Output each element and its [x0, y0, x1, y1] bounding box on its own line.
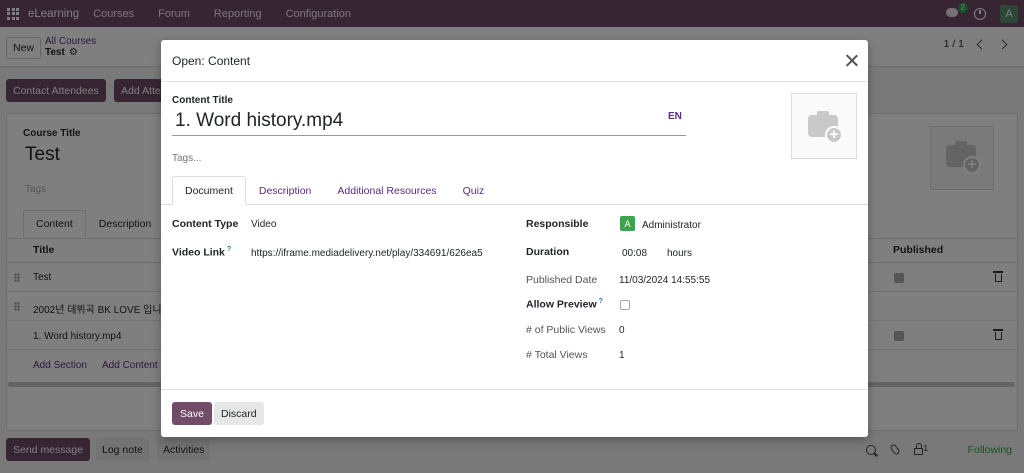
public-views-label: # of Public Views	[526, 324, 606, 336]
content-title-label: Content Title	[172, 95, 233, 106]
content-type-label: Content Type	[172, 218, 239, 230]
duration-value[interactable]: 00:08	[622, 248, 647, 259]
published-date-label: Published Date	[526, 274, 598, 286]
content-type-value[interactable]: Video	[251, 219, 276, 230]
public-views-value: 0	[619, 325, 625, 336]
content-dialog: Open: Content Content Title EN + Documen…	[161, 40, 868, 437]
responsible-value[interactable]: Administrator	[642, 220, 701, 231]
total-views-label: # Total Views	[526, 349, 588, 361]
allow-preview-checkbox[interactable]	[620, 300, 630, 310]
help-icon[interactable]: ?	[227, 246, 231, 253]
content-image[interactable]: +	[791, 93, 857, 159]
help-icon[interactable]: ?	[599, 298, 603, 305]
save-button[interactable]: Save	[172, 402, 212, 425]
tags-input[interactable]	[172, 151, 472, 165]
tab-quiz[interactable]: Quiz	[450, 176, 498, 205]
dialog-tabs: Document Description Additional Resource…	[172, 176, 497, 205]
total-views-value: 1	[619, 350, 625, 361]
language-button[interactable]: EN	[668, 111, 682, 122]
close-icon[interactable]	[845, 54, 858, 67]
responsible-avatar: A	[620, 216, 635, 231]
dialog-footer	[161, 389, 868, 437]
duration-unit: hours	[667, 248, 693, 259]
tab-description[interactable]: Description	[246, 176, 325, 205]
allow-preview-label: Allow Preview	[526, 298, 597, 311]
responsible-label: Responsible	[526, 218, 589, 230]
video-link-label: Video Link	[172, 246, 225, 259]
duration-label: Duration	[526, 246, 570, 258]
tab-document[interactable]: Document	[172, 176, 246, 205]
dialog-header: Open: Content	[161, 40, 868, 82]
video-link-value[interactable]: https://iframe.mediadelivery.net/play/33…	[251, 248, 501, 259]
dialog-title: Open: Content	[172, 54, 251, 68]
content-title-input[interactable]	[172, 107, 686, 136]
published-date-value: 11/03/2024 14:55:55	[619, 275, 711, 286]
tab-additional-resources[interactable]: Additional Resources	[324, 176, 449, 205]
discard-button[interactable]: Discard	[214, 402, 264, 425]
